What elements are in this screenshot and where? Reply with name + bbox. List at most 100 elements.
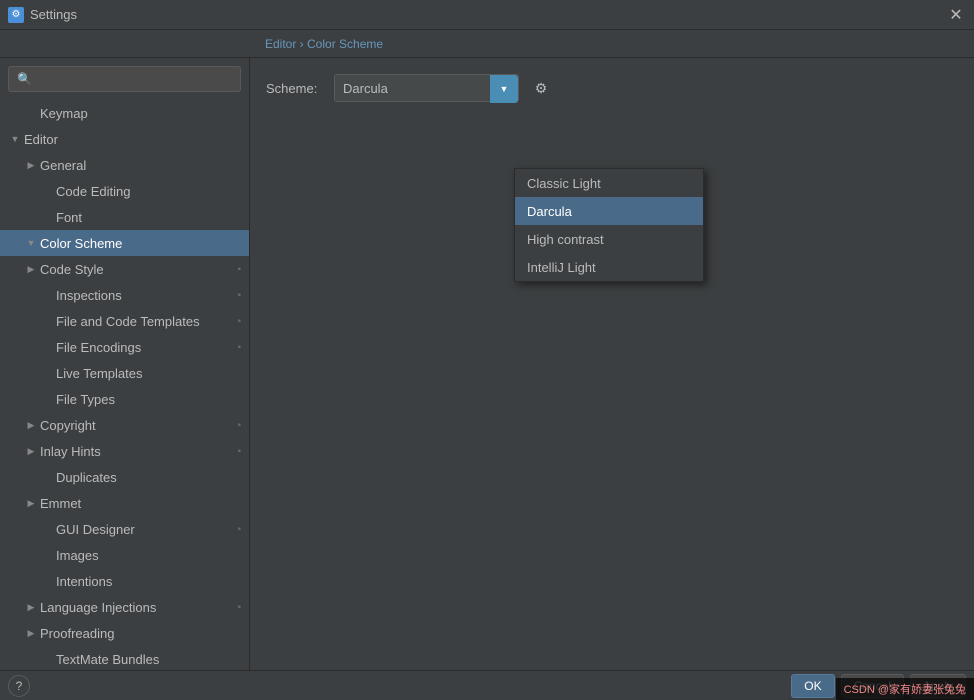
sidebar-item-label-textmate-bundles: TextMate Bundles <box>56 652 241 667</box>
content-area: Keymap▼Editor▶GeneralCode EditingFont▼Co… <box>0 58 974 670</box>
sidebar-item-label-file-and-code-templates: File and Code Templates <box>56 314 233 329</box>
tree-arrow-font <box>40 210 54 224</box>
scheme-dropdown-popup: Classic LightDarculaHigh contrastIntelli… <box>514 168 704 282</box>
dropdown-option-darcula[interactable]: Darcula <box>515 197 703 225</box>
sidebar-item-intentions[interactable]: Intentions <box>0 568 249 594</box>
app-icon: ⚙ <box>8 7 24 23</box>
titlebar: ⚙ Settings ✕ <box>0 0 974 30</box>
tree-arrow-gui-designer <box>40 522 54 536</box>
sidebar-item-label-file-types: File Types <box>56 392 241 407</box>
sidebar-item-label-file-encodings: File Encodings <box>56 340 233 355</box>
close-button[interactable]: ✕ <box>946 5 966 25</box>
sidebar-item-emmet[interactable]: ▶Emmet <box>0 490 249 516</box>
tree-arrow-language-injections: ▶ <box>24 600 38 614</box>
sidebar-item-badge-file-and-code-templates: ▪ <box>237 316 241 327</box>
scheme-settings-button[interactable]: ⚙ <box>527 74 555 102</box>
sidebar-item-label-gui-designer: GUI Designer <box>56 522 233 537</box>
sidebar-item-inspections[interactable]: Inspections ▪ <box>0 282 249 308</box>
search-bar <box>0 58 249 100</box>
sidebar-item-badge-code-style: ▪ <box>237 264 241 275</box>
sidebar-item-label-duplicates: Duplicates <box>56 470 241 485</box>
tree-arrow-live-templates <box>40 366 54 380</box>
help-button[interactable]: ? <box>8 675 30 697</box>
sidebar-item-label-editor: Editor <box>24 132 241 147</box>
tree-arrow-editor: ▼ <box>8 132 22 146</box>
sidebar-item-code-style[interactable]: ▶Code Style ▪ <box>0 256 249 282</box>
sidebar-item-badge-inspections: ▪ <box>237 290 241 301</box>
watermark: CSDN @家有娇妻张兔兔 <box>836 678 974 700</box>
sidebar-item-badge-copyright: ▪ <box>237 420 241 431</box>
sidebar-item-general[interactable]: ▶General <box>0 152 249 178</box>
sidebar-item-keymap[interactable]: Keymap <box>0 100 249 126</box>
sidebar-item-color-scheme[interactable]: ▼Color Scheme <box>0 230 249 256</box>
sidebar-item-label-emmet: Emmet <box>40 496 241 511</box>
sidebar-item-proofreading[interactable]: ▶Proofreading <box>0 620 249 646</box>
sidebar-item-editor[interactable]: ▼Editor <box>0 126 249 152</box>
sidebar-item-label-proofreading: Proofreading <box>40 626 241 641</box>
sidebar-item-label-images: Images <box>56 548 241 563</box>
sidebar-item-label-keymap: Keymap <box>40 106 241 121</box>
sidebar-item-file-types[interactable]: File Types <box>0 386 249 412</box>
tree-arrow-file-and-code-templates <box>40 314 54 328</box>
sidebar-item-font[interactable]: Font <box>0 204 249 230</box>
selected-scheme-text: Darcula <box>343 81 388 96</box>
tree-arrow-code-style: ▶ <box>24 262 38 276</box>
tree-arrow-file-encodings <box>40 340 54 354</box>
sidebar-item-live-templates[interactable]: Live Templates <box>0 360 249 386</box>
scheme-label: Scheme: <box>266 81 326 96</box>
sidebar-item-gui-designer[interactable]: GUI Designer ▪ <box>0 516 249 542</box>
sidebar-item-badge-inlay-hints: ▪ <box>237 446 241 457</box>
tree-arrow-color-scheme: ▼ <box>24 236 38 250</box>
scheme-select-container: Darcula ▼ <box>334 74 519 102</box>
settings-window: ⚙ Settings ✕ Editor › Color Scheme Keyma… <box>0 0 974 700</box>
window-title: Settings <box>30 7 946 22</box>
scheme-dropdown-button[interactable]: Darcula ▼ <box>334 74 519 102</box>
sidebar-item-badge-language-injections: ▪ <box>237 602 241 613</box>
tree-arrow-keymap <box>24 106 38 120</box>
sidebar-item-duplicates[interactable]: Duplicates <box>0 464 249 490</box>
main-content: Scheme: Darcula ▼ ⚙ Classic LightDarcula… <box>250 58 974 670</box>
search-input[interactable] <box>8 66 241 92</box>
dropdown-option-intellij-light[interactable]: IntelliJ Light <box>515 253 703 281</box>
tree-arrow-inlay-hints: ▶ <box>24 444 38 458</box>
tree-arrow-copyright: ▶ <box>24 418 38 432</box>
sidebar-item-label-font: Font <box>56 210 241 225</box>
dropdown-arrow-icon: ▼ <box>490 75 518 103</box>
sidebar-item-textmate-bundles[interactable]: TextMate Bundles <box>0 646 249 670</box>
sidebar-item-label-color-scheme: Color Scheme <box>40 236 241 251</box>
sidebar: Keymap▼Editor▶GeneralCode EditingFont▼Co… <box>0 58 250 670</box>
tree-arrow-general: ▶ <box>24 158 38 172</box>
tree-arrow-proofreading: ▶ <box>24 626 38 640</box>
tree-arrow-inspections <box>40 288 54 302</box>
sidebar-item-language-injections[interactable]: ▶Language Injections ▪ <box>0 594 249 620</box>
bottom-bar: ? OK Cancel Apply <box>0 670 974 700</box>
ok-button[interactable]: OK <box>791 674 834 698</box>
breadcrumb: Editor › Color Scheme <box>265 37 383 51</box>
sidebar-item-file-encodings[interactable]: File Encodings ▪ <box>0 334 249 360</box>
tree-arrow-intentions <box>40 574 54 588</box>
sidebar-item-images[interactable]: Images <box>0 542 249 568</box>
dropdown-option-high-contrast[interactable]: High contrast <box>515 225 703 253</box>
sidebar-item-label-language-injections: Language Injections <box>40 600 233 615</box>
tree-arrow-textmate-bundles <box>40 652 54 666</box>
sidebar-item-label-live-templates: Live Templates <box>56 366 241 381</box>
sidebar-tree: Keymap▼Editor▶GeneralCode EditingFont▼Co… <box>0 100 249 670</box>
sidebar-item-copyright[interactable]: ▶Copyright▪ <box>0 412 249 438</box>
sidebar-item-label-intentions: Intentions <box>56 574 241 589</box>
sidebar-item-badge-gui-designer: ▪ <box>237 524 241 535</box>
sidebar-item-inlay-hints[interactable]: ▶Inlay Hints ▪ <box>0 438 249 464</box>
breadcrumb-bar: Editor › Color Scheme <box>0 30 974 58</box>
tree-arrow-images <box>40 548 54 562</box>
sidebar-item-file-and-code-templates[interactable]: File and Code Templates ▪ <box>0 308 249 334</box>
dropdown-option-classic-light[interactable]: Classic Light <box>515 169 703 197</box>
sidebar-item-label-inlay-hints: Inlay Hints <box>40 444 233 459</box>
sidebar-item-badge-file-encodings: ▪ <box>237 342 241 353</box>
sidebar-item-label-general: General <box>40 158 241 173</box>
sidebar-item-code-editing[interactable]: Code Editing <box>0 178 249 204</box>
scheme-row: Scheme: Darcula ▼ ⚙ <box>266 74 958 102</box>
sidebar-item-label-code-editing: Code Editing <box>56 184 241 199</box>
tree-arrow-emmet: ▶ <box>24 496 38 510</box>
sidebar-item-label-inspections: Inspections <box>56 288 233 303</box>
tree-arrow-file-types <box>40 392 54 406</box>
sidebar-item-label-code-style: Code Style <box>40 262 233 277</box>
